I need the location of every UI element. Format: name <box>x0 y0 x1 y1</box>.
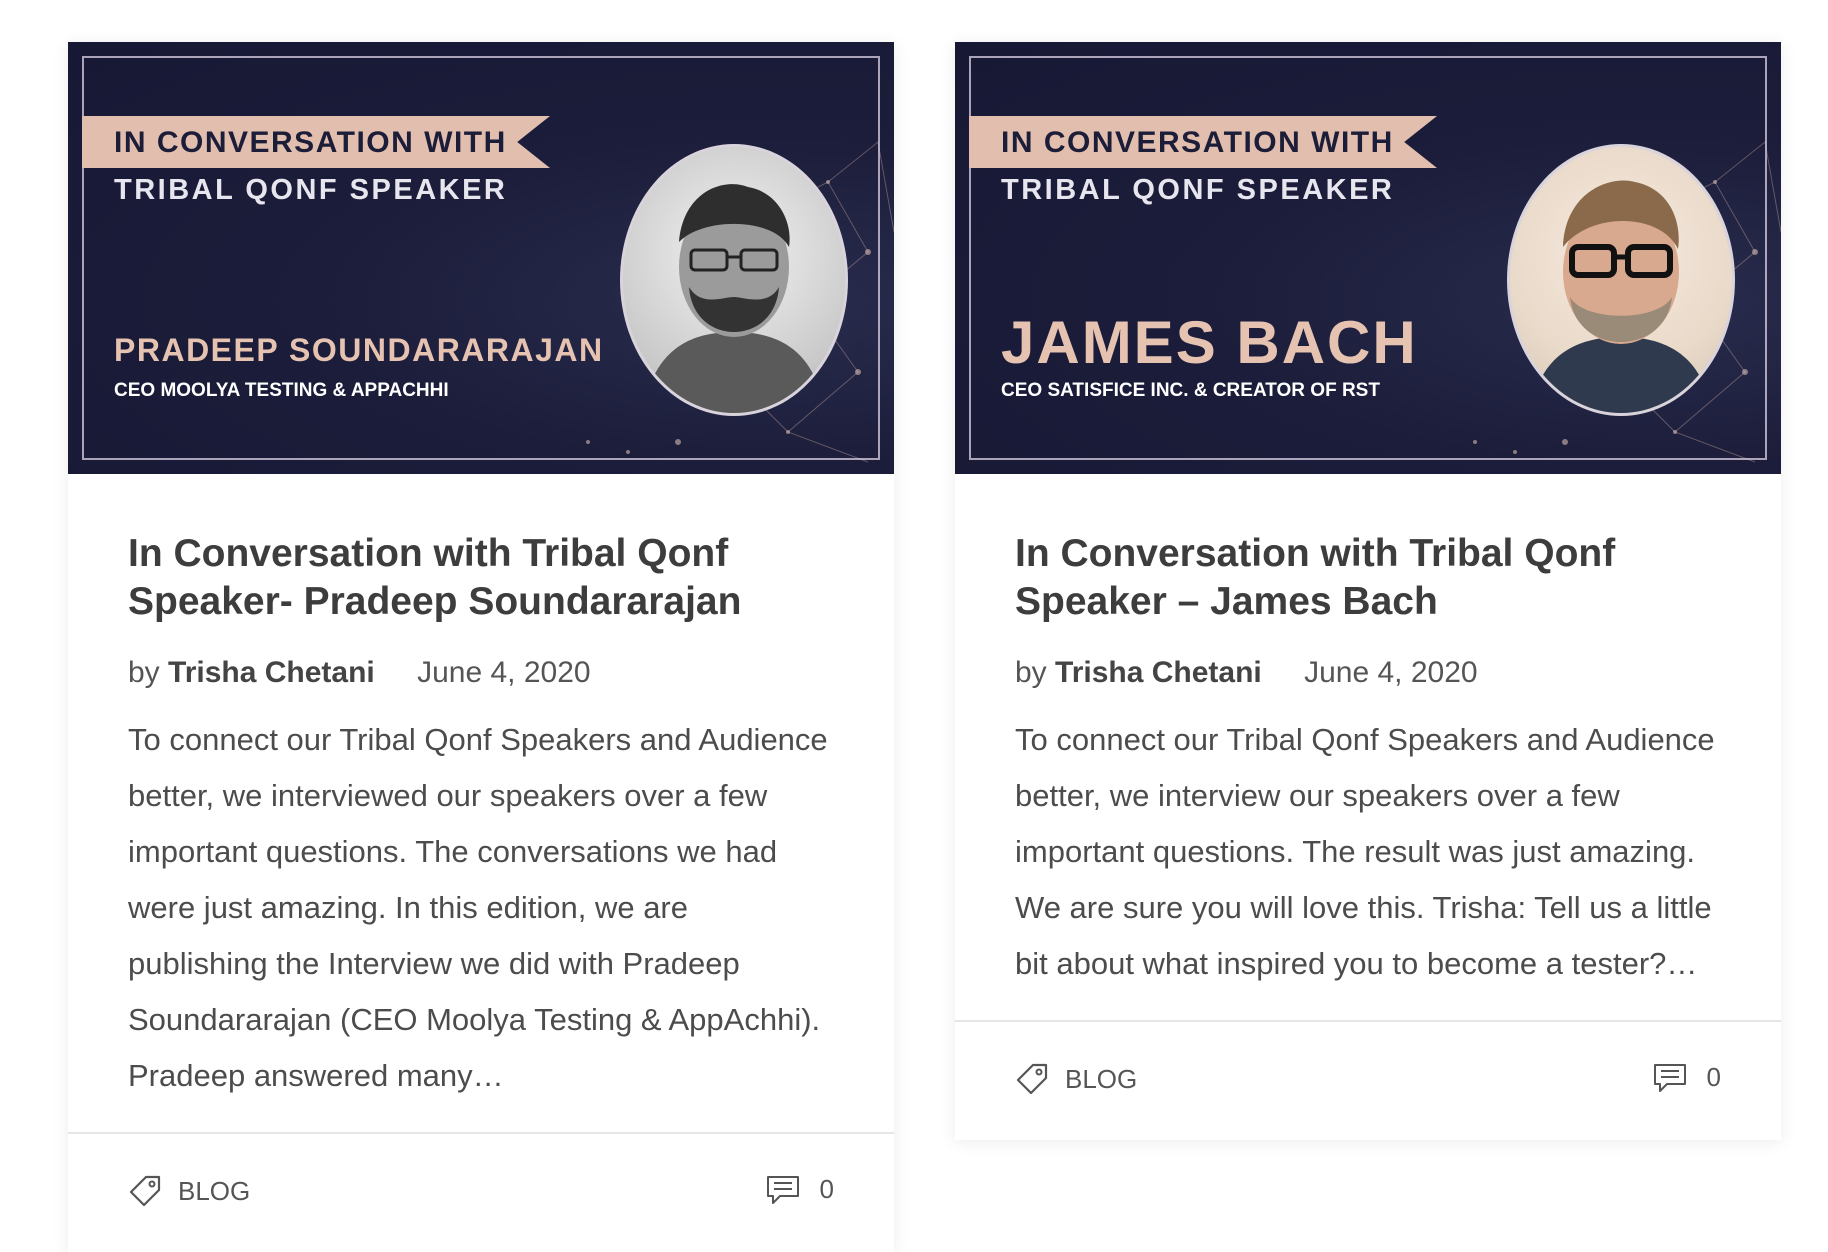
banner-speaker-name: PRADEEP SOUNDARARAJAN <box>114 332 604 368</box>
category-label: BLOG <box>178 1175 251 1206</box>
post-featured-image[interactable]: IN CONVERSATION WITH TRIBAL QONF SPEAKER… <box>68 42 894 474</box>
category-label: BLOG <box>1065 1063 1138 1094</box>
post-card: IN CONVERSATION WITH TRIBAL QONF SPEAKER… <box>955 42 1781 1140</box>
banner-ribbon-text: IN CONVERSATION WITH <box>1001 126 1394 159</box>
post-date: June 4, 2020 <box>417 656 591 689</box>
banner-ribbon: IN CONVERSATION WITH <box>969 116 1437 168</box>
comment-icon <box>766 1175 800 1205</box>
comment-icon <box>1653 1063 1687 1093</box>
banner-speaker-role: CEO SATISFICE INC. & CREATOR OF RST <box>1001 380 1380 401</box>
post-date: June 4, 2020 <box>1304 656 1478 689</box>
category-link[interactable]: BLOG <box>128 1174 250 1208</box>
post-excerpt: To connect our Tribal Qonf Speakers and … <box>1015 722 1715 981</box>
author-link[interactable]: Trisha Chetani <box>1055 656 1262 689</box>
comments-link[interactable]: 0 <box>766 1174 834 1205</box>
banner-speaker-name: JAMES BACH <box>1001 309 1418 376</box>
post-meta: by Trisha Chetani June 4, 2020 <box>1015 656 1721 690</box>
comment-count: 0 <box>819 1174 834 1204</box>
category-link[interactable]: BLOG <box>1015 1062 1137 1096</box>
by-label: by <box>128 656 160 689</box>
author-link[interactable]: Trisha Chetani <box>168 656 375 689</box>
banner-subline: TRIBAL QONF SPEAKER <box>114 174 508 206</box>
speaker-portrait <box>1507 144 1735 416</box>
post-footer: BLOG 0 <box>955 1020 1781 1140</box>
post-footer: BLOG 0 <box>68 1132 894 1252</box>
speaker-portrait <box>620 144 848 416</box>
post-meta: by Trisha Chetani June 4, 2020 <box>128 656 834 690</box>
comment-count: 0 <box>1706 1062 1721 1092</box>
comments-link[interactable]: 0 <box>1653 1062 1721 1093</box>
banner-speaker-role: CEO MOOLYA TESTING & APPACHHI <box>114 380 449 401</box>
post-title-link[interactable]: In Conversation with Tribal Qonf Speaker… <box>128 530 834 626</box>
banner-ribbon-text: IN CONVERSATION WITH <box>114 126 507 159</box>
tag-icon <box>1015 1062 1049 1096</box>
post-excerpt: To connect our Tribal Qonf Speakers and … <box>128 722 828 1093</box>
banner-subline: TRIBAL QONF SPEAKER <box>1001 174 1395 206</box>
post-featured-image[interactable]: IN CONVERSATION WITH TRIBAL QONF SPEAKER… <box>955 42 1781 474</box>
tag-icon <box>128 1174 162 1208</box>
post-card: IN CONVERSATION WITH TRIBAL QONF SPEAKER… <box>68 42 894 1252</box>
by-label: by <box>1015 656 1047 689</box>
banner-ribbon: IN CONVERSATION WITH <box>82 116 550 168</box>
post-title-link[interactable]: In Conversation with Tribal Qonf Speaker… <box>1015 530 1721 626</box>
